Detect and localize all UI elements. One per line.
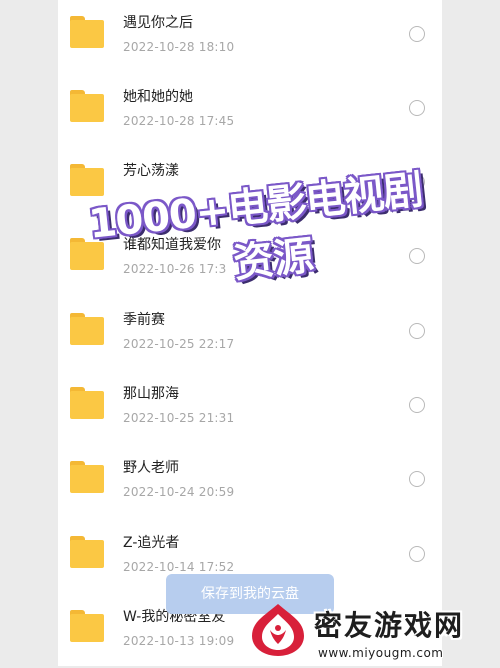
folder-icon [70, 90, 104, 122]
folder-icon [70, 610, 104, 642]
file-name: 那山那海 [123, 386, 179, 402]
select-radio-icon[interactable] [409, 546, 425, 562]
file-row[interactable]: 那山那海 2022-10-25 21:31 [58, 371, 442, 445]
file-date: 2022-10-28 17:45 [123, 114, 235, 128]
select-radio-icon[interactable] [409, 323, 425, 339]
file-name: 野人老师 [123, 460, 179, 476]
folder-icon [70, 16, 104, 48]
file-date: 2022-10-25 21:31 [123, 411, 235, 425]
miyou-logo-icon [252, 604, 304, 656]
watermark-title: 密友游戏网 [314, 609, 465, 642]
file-row[interactable]: 她和她的她 2022-10-28 17:45 [58, 74, 442, 148]
select-radio-icon[interactable] [409, 471, 425, 487]
folder-icon [70, 536, 104, 568]
file-date: 2022-10-14 17:52 [123, 560, 235, 574]
watermark-url: www.miyougm.com [318, 646, 444, 660]
file-name: 她和她的她 [123, 89, 193, 105]
file-name: 遇见你之后 [123, 15, 193, 31]
folder-icon [70, 387, 104, 419]
file-name: 季前赛 [123, 312, 165, 328]
file-date: 2022-10-24 20:59 [123, 485, 235, 499]
select-radio-icon[interactable] [409, 26, 425, 42]
select-radio-icon[interactable] [409, 397, 425, 413]
file-date: 2022-10-13 19:09 [123, 634, 235, 648]
file-row[interactable]: 遇见你之后 2022-10-28 18:10 [58, 0, 442, 74]
folder-icon [70, 313, 104, 345]
file-row[interactable]: 野人老师 2022-10-24 20:59 [58, 445, 442, 519]
promo-subtitle: 资源 [231, 232, 316, 287]
file-date: 2022-10-28 18:10 [123, 40, 235, 54]
file-date: 2022-10-25 22:17 [123, 337, 235, 351]
folder-icon [70, 461, 104, 493]
select-radio-icon[interactable] [409, 100, 425, 116]
file-name: Z-追光者 [123, 535, 180, 551]
watermark: 密友游戏网 www.miyougm.com [242, 596, 500, 666]
